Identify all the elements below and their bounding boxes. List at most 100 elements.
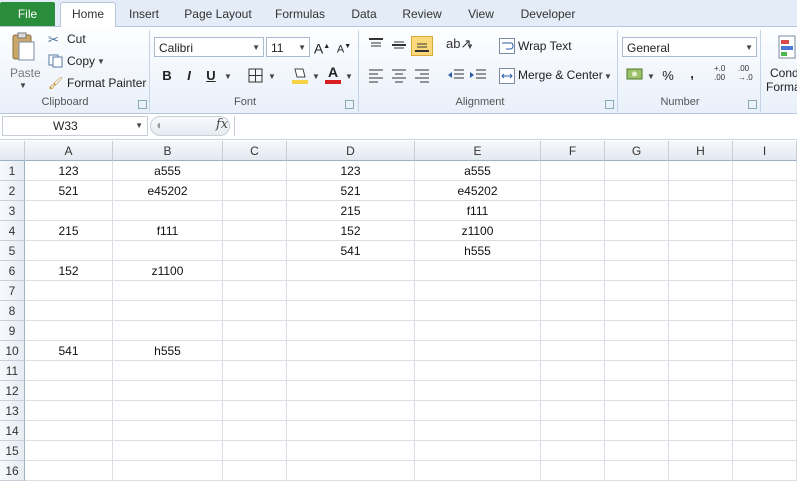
row-header-12[interactable]: 12 xyxy=(0,381,25,401)
column-header-e[interactable]: E xyxy=(415,141,541,161)
merge-center-icon[interactable] xyxy=(499,68,515,84)
align-bottom-icon[interactable] xyxy=(411,36,433,56)
cell-f2[interactable] xyxy=(541,181,605,201)
tab-review[interactable]: Review xyxy=(394,3,450,26)
align-center-icon[interactable] xyxy=(389,66,409,84)
cell-c2[interactable] xyxy=(223,181,287,201)
cell-e1[interactable]: a555 xyxy=(415,161,541,181)
cell-h15[interactable] xyxy=(669,441,733,461)
cell-h13[interactable] xyxy=(669,401,733,421)
cell-a1[interactable]: 123 xyxy=(25,161,113,181)
clipboard-launcher-icon[interactable] xyxy=(138,100,147,109)
cell-b5[interactable] xyxy=(113,241,223,261)
cell-d5[interactable]: 541 xyxy=(287,241,415,261)
cell-a16[interactable] xyxy=(25,461,113,481)
cell-h1[interactable] xyxy=(669,161,733,181)
grow-font-icon[interactable]: A▲ xyxy=(312,37,332,57)
wrap-text-button[interactable]: Wrap Text xyxy=(518,39,572,53)
cell-g12[interactable] xyxy=(605,381,669,401)
cell-g16[interactable] xyxy=(605,461,669,481)
cell-d12[interactable] xyxy=(287,381,415,401)
cell-b4[interactable]: f111 xyxy=(113,221,223,241)
cell-d2[interactable]: 521 xyxy=(287,181,415,201)
merge-dropdown-icon[interactable]: ▼ xyxy=(604,72,612,81)
font-launcher-icon[interactable] xyxy=(345,100,354,109)
column-header-a[interactable]: A xyxy=(25,141,113,161)
align-top-icon[interactable] xyxy=(366,36,386,54)
copy-button[interactable]: Copy xyxy=(67,54,95,68)
cell-c11[interactable] xyxy=(223,361,287,381)
conditional-formatting-label-2[interactable]: Forma xyxy=(766,80,797,94)
cell-i5[interactable] xyxy=(733,241,797,261)
row-header-9[interactable]: 9 xyxy=(0,321,25,341)
tab-home[interactable]: Home xyxy=(60,2,116,27)
row-header-14[interactable]: 14 xyxy=(0,421,25,441)
cell-h9[interactable] xyxy=(669,321,733,341)
column-header-i[interactable]: I xyxy=(733,141,797,161)
cell-f6[interactable] xyxy=(541,261,605,281)
cell-f8[interactable] xyxy=(541,301,605,321)
italic-button[interactable]: I xyxy=(179,66,199,86)
bold-button[interactable]: B xyxy=(157,66,177,86)
cell-f12[interactable] xyxy=(541,381,605,401)
row-header-13[interactable]: 13 xyxy=(0,401,25,421)
cell-h3[interactable] xyxy=(669,201,733,221)
cell-e2[interactable]: e45202 xyxy=(415,181,541,201)
cell-b11[interactable] xyxy=(113,361,223,381)
cell-a8[interactable] xyxy=(25,301,113,321)
wrap-text-icon[interactable] xyxy=(499,38,515,54)
cell-a2[interactable]: 521 xyxy=(25,181,113,201)
cell-g2[interactable] xyxy=(605,181,669,201)
paste-button[interactable]: Paste xyxy=(10,66,41,80)
cell-g4[interactable] xyxy=(605,221,669,241)
cell-a15[interactable] xyxy=(25,441,113,461)
alignment-launcher-icon[interactable] xyxy=(605,100,614,109)
cell-i10[interactable] xyxy=(733,341,797,361)
cell-d16[interactable] xyxy=(287,461,415,481)
decrease-decimal-icon[interactable]: .00 →.0 xyxy=(738,64,758,86)
cell-h16[interactable] xyxy=(669,461,733,481)
cell-d10[interactable] xyxy=(287,341,415,361)
row-header-15[interactable]: 15 xyxy=(0,441,25,461)
cell-h4[interactable] xyxy=(669,221,733,241)
cell-e8[interactable] xyxy=(415,301,541,321)
formula-bar-expand-icon[interactable]: ◖ xyxy=(155,118,162,132)
accounting-dropdown-icon[interactable]: ▼ xyxy=(647,72,655,81)
formula-input[interactable] xyxy=(234,116,797,136)
cell-i14[interactable] xyxy=(733,421,797,441)
cell-a7[interactable] xyxy=(25,281,113,301)
cell-h11[interactable] xyxy=(669,361,733,381)
conditional-formatting-label-1[interactable]: Cond xyxy=(770,66,797,80)
cell-e4[interactable]: z1100 xyxy=(415,221,541,241)
cell-c16[interactable] xyxy=(223,461,287,481)
select-all-corner[interactable] xyxy=(0,141,25,161)
cell-i1[interactable] xyxy=(733,161,797,181)
cell-d9[interactable] xyxy=(287,321,415,341)
row-header-6[interactable]: 6 xyxy=(0,261,25,281)
cell-g9[interactable] xyxy=(605,321,669,341)
row-header-7[interactable]: 7 xyxy=(0,281,25,301)
cell-i4[interactable] xyxy=(733,221,797,241)
align-middle-icon[interactable] xyxy=(389,36,409,54)
cell-e11[interactable] xyxy=(415,361,541,381)
cell-c14[interactable] xyxy=(223,421,287,441)
cell-e13[interactable] xyxy=(415,401,541,421)
column-header-h[interactable]: H xyxy=(669,141,733,161)
cell-h14[interactable] xyxy=(669,421,733,441)
cell-h8[interactable] xyxy=(669,301,733,321)
cell-i12[interactable] xyxy=(733,381,797,401)
number-format-combo[interactable]: General ▼ xyxy=(622,37,757,57)
cell-f10[interactable] xyxy=(541,341,605,361)
cell-g11[interactable] xyxy=(605,361,669,381)
cell-a13[interactable] xyxy=(25,401,113,421)
cell-g8[interactable] xyxy=(605,301,669,321)
row-header-1[interactable]: 1 xyxy=(0,161,25,181)
cell-a12[interactable] xyxy=(25,381,113,401)
conditional-formatting-icon[interactable] xyxy=(778,34,796,62)
row-header-3[interactable]: 3 xyxy=(0,201,25,221)
cell-f7[interactable] xyxy=(541,281,605,301)
cell-e7[interactable] xyxy=(415,281,541,301)
font-color-icon[interactable]: A xyxy=(324,64,342,86)
fill-color-icon[interactable] xyxy=(291,66,309,86)
cell-g6[interactable] xyxy=(605,261,669,281)
